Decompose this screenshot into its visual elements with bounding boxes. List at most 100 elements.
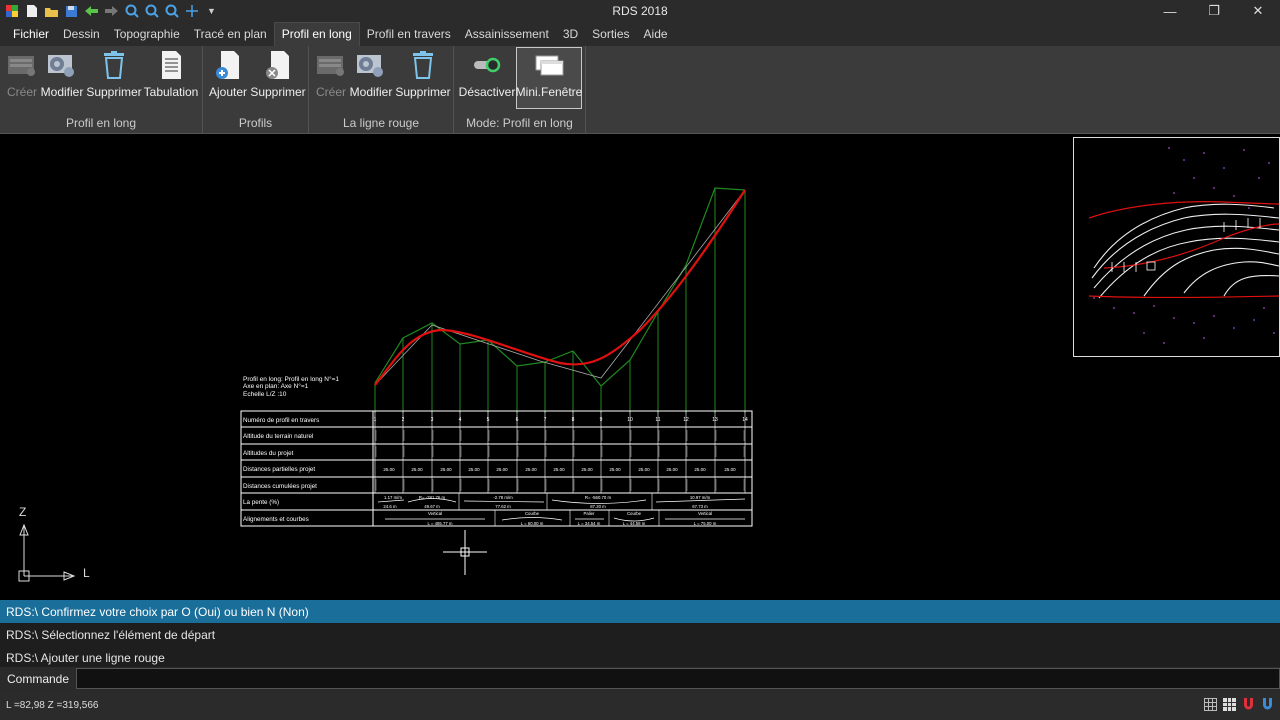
- table-row-label: Distances partielles projet: [243, 466, 315, 473]
- redo-arrow-icon[interactable]: [104, 4, 119, 19]
- partial-distance: 25.00: [724, 467, 736, 472]
- restore-button[interactable]: ❐: [1192, 0, 1236, 22]
- table-row-label: Alignements et courbes: [243, 516, 309, 523]
- trash-icon: [99, 48, 129, 82]
- undo-arrow-icon[interactable]: [84, 4, 99, 19]
- table-row-label: Altitudes du projet: [243, 450, 294, 457]
- tab-dessin[interactable]: Dessin: [56, 22, 107, 46]
- command-line-current: RDS:\ Confirmez votre choix par O (Oui) …: [0, 600, 1280, 623]
- partial-distance: 25.00: [468, 467, 480, 472]
- new-file-icon[interactable]: [24, 4, 39, 19]
- add-profile-button[interactable]: Ajouter: [208, 48, 248, 110]
- zoom-icon[interactable]: [124, 4, 139, 19]
- alignment-length: L = 34.54 m: [578, 521, 601, 526]
- drawing-info-line: Axe en plan: Axe N°=1: [243, 382, 309, 390]
- gear-edit-icon: [356, 48, 386, 82]
- status-icons: [1203, 696, 1274, 712]
- profile-number: 6: [516, 417, 519, 423]
- create-profile-button[interactable]: Créer: [4, 48, 40, 110]
- group-label: Mode: Profil en long: [466, 116, 573, 130]
- group-label: Profil en long: [65, 116, 137, 130]
- partial-distance: 25.00: [411, 467, 423, 472]
- magnet-snap-icon[interactable]: [1241, 696, 1255, 712]
- alignment-label: Vertical: [428, 511, 442, 516]
- app-icon[interactable]: [4, 4, 19, 19]
- magnet-icon[interactable]: [1260, 696, 1274, 712]
- qat-dropdown-icon[interactable]: ▼: [204, 4, 219, 19]
- partial-distance: 25.00: [525, 467, 537, 472]
- tab-fichier[interactable]: Fichier: [6, 22, 56, 46]
- ribbon-panel: Créer Modifier Supprimer Tabulation Prof…: [0, 46, 1280, 134]
- tab-topographie[interactable]: Topographie: [107, 22, 187, 46]
- slope-label: -2.78 m/m: [493, 495, 513, 500]
- slope-length: 49.67 m: [424, 504, 440, 509]
- table-row-label: Distances cumulées projet: [243, 483, 317, 490]
- profile-number: 12: [683, 417, 689, 423]
- axis-z-label: Z: [19, 505, 26, 519]
- delete-profile-button[interactable]: Supprimer: [86, 48, 142, 110]
- command-label: Commande: [7, 671, 70, 686]
- mini-window[interactable]: [1073, 137, 1280, 357]
- profile-number: 3: [431, 417, 434, 423]
- alignment-length: L = 60.00 m: [521, 521, 544, 526]
- group-mode: Désactiver Mini.Fenêtre Mode: Profil en …: [454, 46, 586, 134]
- zoom-in-icon[interactable]: [144, 4, 159, 19]
- profile-number: 11: [655, 417, 660, 423]
- slope-label: R= -560.70 m: [585, 495, 612, 500]
- profile-table: Numéro de profil en travers Altitude du …: [240, 410, 753, 527]
- status-bar: L =82,98 Z =319,566: [0, 690, 1280, 720]
- tab-trace-en-plan[interactable]: Tracé en plan: [187, 22, 274, 46]
- tab-sorties[interactable]: Sorties: [585, 22, 636, 46]
- tab-assainissement[interactable]: Assainissement: [458, 22, 556, 46]
- profile-number: 9: [600, 417, 603, 423]
- partial-distance: 25.00: [609, 467, 621, 472]
- alignment-length: L = 485.77 m: [427, 521, 452, 526]
- deactivate-button[interactable]: Désactiver: [459, 48, 515, 110]
- partial-distance: 25.00: [581, 467, 593, 472]
- drawing-info-line: Profil en long: Profil en long N°=1: [243, 375, 339, 383]
- open-folder-icon[interactable]: [44, 4, 59, 19]
- delete-red-line-button[interactable]: Supprimer: [395, 48, 451, 110]
- tabulation-button[interactable]: Tabulation: [143, 48, 199, 110]
- close-button[interactable]: ✕: [1236, 0, 1280, 22]
- mini-window-button[interactable]: Mini.Fenêtre: [516, 47, 582, 109]
- terrain-verticals: [374, 188, 746, 413]
- zoom-out-icon[interactable]: [164, 4, 179, 19]
- slope-length: 87.20 m: [590, 504, 606, 509]
- profile-number: 7: [544, 417, 547, 423]
- partial-distance: 25.00: [666, 467, 678, 472]
- profile-number: 13: [712, 417, 718, 423]
- pan-icon[interactable]: [184, 4, 199, 19]
- command-input[interactable]: [76, 668, 1280, 689]
- grid-icon[interactable]: [1203, 696, 1217, 712]
- tab-profil-en-long[interactable]: Profil en long: [273, 22, 360, 46]
- create-red-line-icon: [316, 48, 346, 82]
- toggle-icon: [472, 48, 502, 82]
- snap-grid-icon[interactable]: [1222, 696, 1236, 712]
- table-row-label: La pente (%): [243, 499, 279, 506]
- partial-distance: 25.00: [496, 467, 508, 472]
- create-red-line-button[interactable]: Créer: [313, 48, 349, 110]
- modify-red-line-button[interactable]: Modifier: [349, 48, 393, 110]
- tab-3d[interactable]: 3D: [556, 22, 585, 46]
- gear-edit-icon: [47, 48, 77, 82]
- save-icon[interactable]: [64, 4, 79, 19]
- alignment-label: Palier: [584, 511, 596, 516]
- modify-profile-button[interactable]: Modifier: [40, 48, 84, 110]
- alignment-label: Courbe: [627, 511, 642, 516]
- profile-number: 2: [402, 417, 405, 423]
- tab-aide[interactable]: Aide: [637, 22, 675, 46]
- command-history: RDS:\ Confirmez votre choix par O (Oui) …: [0, 600, 1280, 669]
- group-ligne-rouge: Créer Modifier Supprimer La ligne rouge: [309, 46, 454, 134]
- ribbon-tabs: Fichier Dessin Topographie Tracé en plan…: [0, 22, 1280, 46]
- axis-indicator-icon: Z L: [18, 505, 90, 582]
- tab-profil-en-travers[interactable]: Profil en travers: [360, 22, 458, 46]
- minimize-button[interactable]: —: [1148, 0, 1192, 22]
- alignment-label: Vertical: [698, 511, 712, 516]
- remove-profile-button[interactable]: Supprimer: [250, 48, 306, 110]
- profile-number: 8: [572, 417, 575, 423]
- window-controls: — ❐ ✕: [1148, 0, 1280, 22]
- slope-label: 1.17 m/m: [384, 495, 402, 500]
- profile-number: 14: [742, 417, 748, 423]
- partial-distance: 25.00: [440, 467, 452, 472]
